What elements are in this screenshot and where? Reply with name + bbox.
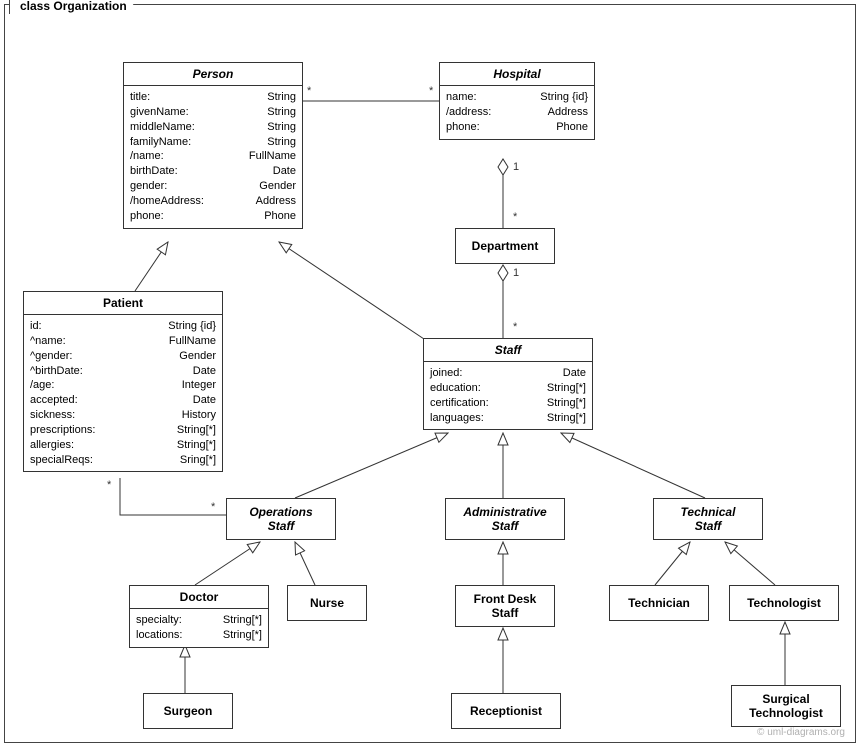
- class-staff: Staff joined:Dateeducation:String[*]cert…: [423, 338, 593, 430]
- class-attrs: title:StringgivenName:StringmiddleName:S…: [124, 86, 302, 228]
- class-patient: Patient id:String {id}^name:FullName^gen…: [23, 291, 223, 472]
- mult-label: 1: [513, 267, 519, 279]
- watermark: © uml-diagrams.org: [757, 727, 845, 738]
- class-administrative-staff: Administrative Staff: [445, 498, 565, 540]
- attribute-row: education:String[*]: [430, 381, 586, 396]
- class-department: Department: [455, 228, 555, 264]
- class-attrs: name:String {id}/address:Addressphone:Ph…: [440, 86, 594, 139]
- mult-label: *: [513, 321, 517, 333]
- attribute-row: specialReqs:Sring[*]: [30, 453, 216, 468]
- class-name: Department: [456, 229, 554, 263]
- class-name: Receptionist: [452, 694, 560, 728]
- attribute-row: languages:String[*]: [430, 411, 586, 426]
- class-technologist: Technologist: [729, 585, 839, 621]
- attribute-row: prescriptions:String[*]: [30, 423, 216, 438]
- class-name: Surgical Technologist: [732, 686, 840, 726]
- class-name: Administrative Staff: [446, 499, 564, 539]
- attribute-row: locations:String[*]: [136, 628, 262, 643]
- class-name: Person: [124, 63, 302, 86]
- attribute-row: title:String: [130, 90, 296, 105]
- attribute-row: ^gender:Gender: [30, 349, 216, 364]
- class-name: Nurse: [288, 586, 366, 620]
- attribute-row: accepted:Date: [30, 393, 216, 408]
- attribute-row: phone:Phone: [446, 120, 588, 135]
- attribute-row: id:String {id}: [30, 319, 216, 334]
- class-name: Technician: [610, 586, 708, 620]
- class-surgeon: Surgeon: [143, 693, 233, 729]
- attribute-row: phone:Phone: [130, 209, 296, 224]
- class-technical-staff: Technical Staff: [653, 498, 763, 540]
- class-name: Staff: [424, 339, 592, 362]
- attribute-row: sickness:History: [30, 408, 216, 423]
- attribute-row: /address:Address: [446, 105, 588, 120]
- class-nurse: Nurse: [287, 585, 367, 621]
- class-attrs: specialty:String[*]locations:String[*]: [130, 609, 268, 647]
- class-hospital: Hospital name:String {id}/address:Addres…: [439, 62, 595, 140]
- attribute-row: allergies:String[*]: [30, 438, 216, 453]
- attribute-row: /age:Integer: [30, 378, 216, 393]
- attribute-row: gender:Gender: [130, 179, 296, 194]
- class-surgical-technologist: Surgical Technologist: [731, 685, 841, 727]
- attribute-row: name:String {id}: [446, 90, 588, 105]
- class-name: Front Desk Staff: [456, 586, 554, 626]
- class-operations-staff: Operations Staff: [226, 498, 336, 540]
- attribute-row: ^name:FullName: [30, 334, 216, 349]
- class-doctor: Doctor specialty:String[*]locations:Stri…: [129, 585, 269, 648]
- attribute-row: middleName:String: [130, 120, 296, 135]
- mult-label: *: [107, 479, 111, 491]
- mult-label: *: [307, 85, 311, 97]
- package-box: class Organization: [4, 4, 856, 743]
- mult-label: *: [429, 85, 433, 97]
- class-name: Technologist: [730, 586, 838, 620]
- attribute-row: familyName:String: [130, 135, 296, 150]
- mult-label: *: [513, 211, 517, 223]
- mult-label: *: [211, 501, 215, 513]
- attribute-row: ^birthDate:Date: [30, 364, 216, 379]
- class-front-desk-staff: Front Desk Staff: [455, 585, 555, 627]
- class-technician: Technician: [609, 585, 709, 621]
- class-name: Operations Staff: [227, 499, 335, 539]
- class-name: Surgeon: [144, 694, 232, 728]
- package-tab: class Organization: [9, 0, 138, 14]
- class-name: Hospital: [440, 63, 594, 86]
- class-name: Doctor: [130, 586, 268, 609]
- attribute-row: joined:Date: [430, 366, 586, 381]
- class-person: Person title:StringgivenName:Stringmiddl…: [123, 62, 303, 229]
- class-receptionist: Receptionist: [451, 693, 561, 729]
- class-name: Patient: [24, 292, 222, 315]
- attribute-row: birthDate:Date: [130, 164, 296, 179]
- class-name: Technical Staff: [654, 499, 762, 539]
- attribute-row: certification:String[*]: [430, 396, 586, 411]
- attribute-row: /homeAddress:Address: [130, 194, 296, 209]
- attribute-row: givenName:String: [130, 105, 296, 120]
- attribute-row: /name:FullName: [130, 149, 296, 164]
- class-attrs: id:String {id}^name:FullName^gender:Gend…: [24, 315, 222, 471]
- attribute-row: specialty:String[*]: [136, 613, 262, 628]
- class-attrs: joined:Dateeducation:String[*]certificat…: [424, 362, 592, 429]
- diagram-frame: class Organization: [0, 0, 860, 747]
- mult-label: 1: [513, 161, 519, 173]
